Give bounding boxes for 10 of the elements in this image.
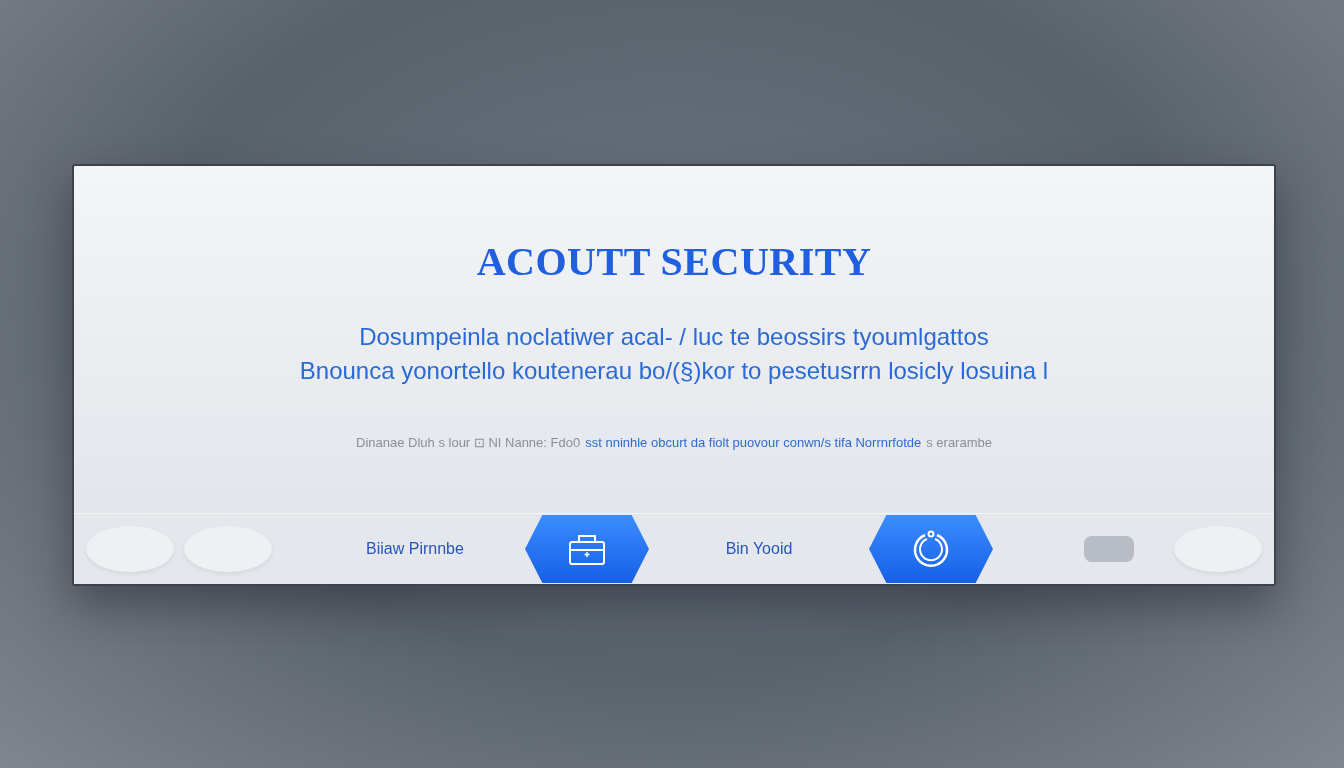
action-link[interactable]: Biiaw Pirnnbe	[355, 540, 475, 558]
footnote-text: Dinanae Dluh s lour ⊡ NI Nanne: Fdo0	[356, 435, 581, 450]
action-link[interactable]: Bin Yooid	[699, 540, 819, 558]
body-text: Bnounca yonortello koutenerau bo/(§)kor to pesetusrrn losicly losuina l	[299, 357, 1049, 385]
dialog-title: ACOUTT SECURITY	[476, 238, 872, 285]
toggle-switch[interactable]	[1084, 536, 1134, 562]
body-text: Dosumpeinla noclatiwer acal- / luc te beossirs tyoumlgattos	[359, 323, 989, 351]
briefcase-icon	[567, 532, 607, 566]
footnote-text: s erarambe	[926, 435, 992, 450]
footnote-link[interactable]: sst nninhle obcurt da fiolt puovour conwn/s tifa Norrnrfotde	[585, 435, 922, 450]
